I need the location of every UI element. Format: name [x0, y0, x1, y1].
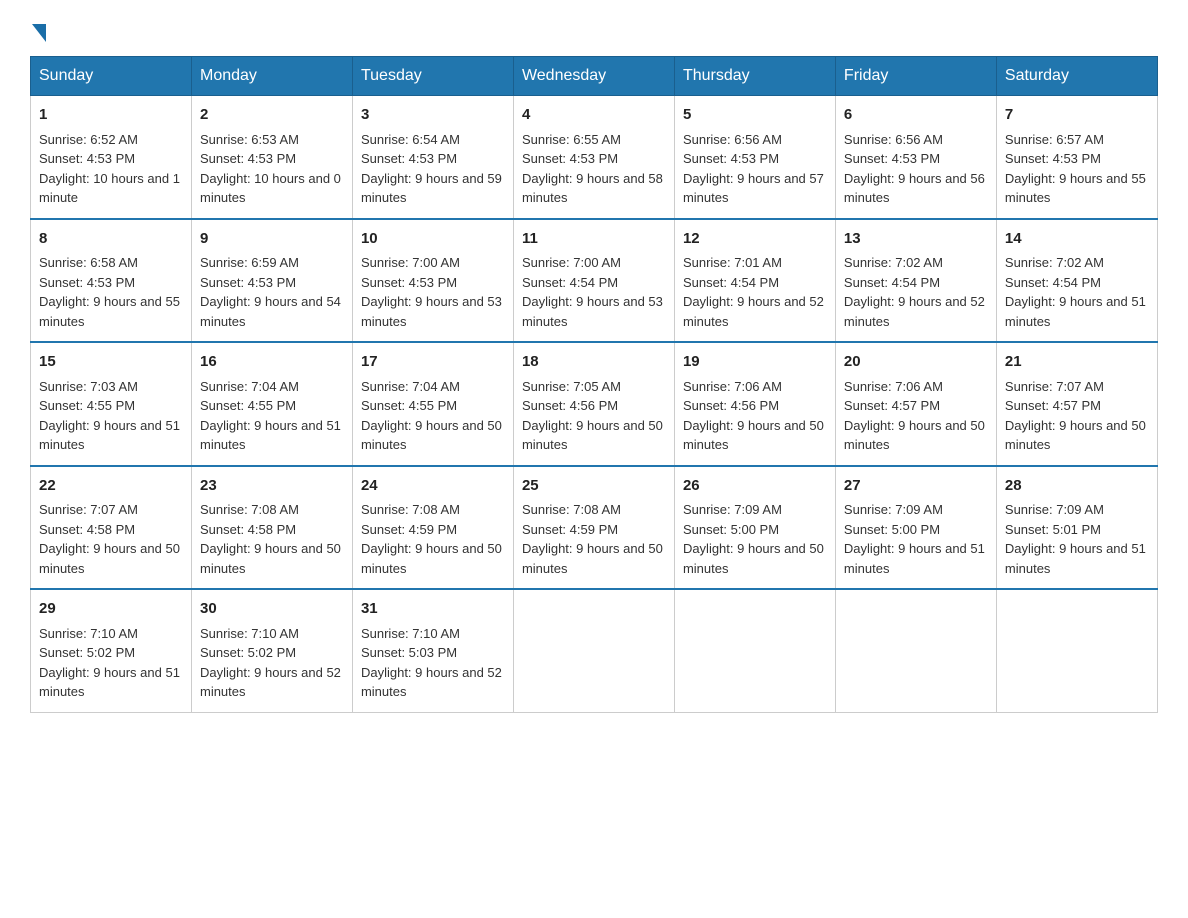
day-number: 18 [522, 351, 666, 374]
day-number: 7 [1005, 104, 1149, 127]
calendar-day-cell: 28Sunrise: 7:09 AMSunset: 5:01 PMDayligh… [996, 466, 1157, 590]
day-number: 12 [683, 228, 827, 251]
calendar-day-cell: 11Sunrise: 7:00 AMSunset: 4:54 PMDayligh… [513, 219, 674, 343]
calendar-day-cell: 15Sunrise: 7:03 AMSunset: 4:55 PMDayligh… [31, 342, 192, 466]
calendar-day-cell: 21Sunrise: 7:07 AMSunset: 4:57 PMDayligh… [996, 342, 1157, 466]
day-header-saturday: Saturday [996, 57, 1157, 96]
day-number: 10 [361, 228, 505, 251]
calendar-day-cell: 5Sunrise: 6:56 AMSunset: 4:53 PMDaylight… [674, 96, 835, 219]
logo-arrow-icon [32, 24, 46, 42]
calendar-day-cell: 1Sunrise: 6:52 AMSunset: 4:53 PMDaylight… [31, 96, 192, 219]
day-number: 13 [844, 228, 988, 251]
calendar-day-cell: 26Sunrise: 7:09 AMSunset: 5:00 PMDayligh… [674, 466, 835, 590]
calendar-day-cell: 2Sunrise: 6:53 AMSunset: 4:53 PMDaylight… [191, 96, 352, 219]
calendar-day-cell: 7Sunrise: 6:57 AMSunset: 4:53 PMDaylight… [996, 96, 1157, 219]
day-number: 31 [361, 598, 505, 621]
calendar-day-cell: 10Sunrise: 7:00 AMSunset: 4:53 PMDayligh… [352, 219, 513, 343]
day-number: 8 [39, 228, 183, 251]
day-number: 19 [683, 351, 827, 374]
day-number: 30 [200, 598, 344, 621]
day-number: 3 [361, 104, 505, 127]
day-number: 5 [683, 104, 827, 127]
day-number: 28 [1005, 475, 1149, 498]
day-header-thursday: Thursday [674, 57, 835, 96]
calendar-day-cell: 14Sunrise: 7:02 AMSunset: 4:54 PMDayligh… [996, 219, 1157, 343]
day-headers-row: SundayMondayTuesdayWednesdayThursdayFrid… [31, 57, 1158, 96]
calendar-day-cell: 3Sunrise: 6:54 AMSunset: 4:53 PMDaylight… [352, 96, 513, 219]
calendar-day-cell: 18Sunrise: 7:05 AMSunset: 4:56 PMDayligh… [513, 342, 674, 466]
calendar-day-cell: 4Sunrise: 6:55 AMSunset: 4:53 PMDaylight… [513, 96, 674, 219]
calendar-day-cell [674, 589, 835, 712]
day-number: 22 [39, 475, 183, 498]
day-number: 2 [200, 104, 344, 127]
calendar-week-row: 15Sunrise: 7:03 AMSunset: 4:55 PMDayligh… [31, 342, 1158, 466]
day-number: 9 [200, 228, 344, 251]
calendar-day-cell: 6Sunrise: 6:56 AMSunset: 4:53 PMDaylight… [835, 96, 996, 219]
day-number: 14 [1005, 228, 1149, 251]
calendar-day-cell: 23Sunrise: 7:08 AMSunset: 4:58 PMDayligh… [191, 466, 352, 590]
day-number: 21 [1005, 351, 1149, 374]
day-number: 17 [361, 351, 505, 374]
calendar-day-cell: 30Sunrise: 7:10 AMSunset: 5:02 PMDayligh… [191, 589, 352, 712]
calendar-day-cell: 31Sunrise: 7:10 AMSunset: 5:03 PMDayligh… [352, 589, 513, 712]
calendar-day-cell: 16Sunrise: 7:04 AMSunset: 4:55 PMDayligh… [191, 342, 352, 466]
calendar-day-cell: 12Sunrise: 7:01 AMSunset: 4:54 PMDayligh… [674, 219, 835, 343]
calendar-day-cell: 22Sunrise: 7:07 AMSunset: 4:58 PMDayligh… [31, 466, 192, 590]
calendar-day-cell: 9Sunrise: 6:59 AMSunset: 4:53 PMDaylight… [191, 219, 352, 343]
calendar-table: SundayMondayTuesdayWednesdayThursdayFrid… [30, 56, 1158, 713]
calendar-day-cell: 29Sunrise: 7:10 AMSunset: 5:02 PMDayligh… [31, 589, 192, 712]
day-header-sunday: Sunday [31, 57, 192, 96]
day-header-friday: Friday [835, 57, 996, 96]
day-number: 20 [844, 351, 988, 374]
day-number: 11 [522, 228, 666, 251]
logo [30, 20, 46, 38]
day-header-monday: Monday [191, 57, 352, 96]
calendar-day-cell: 19Sunrise: 7:06 AMSunset: 4:56 PMDayligh… [674, 342, 835, 466]
calendar-day-cell [996, 589, 1157, 712]
day-header-tuesday: Tuesday [352, 57, 513, 96]
day-number: 4 [522, 104, 666, 127]
calendar-day-cell: 8Sunrise: 6:58 AMSunset: 4:53 PMDaylight… [31, 219, 192, 343]
calendar-day-cell: 20Sunrise: 7:06 AMSunset: 4:57 PMDayligh… [835, 342, 996, 466]
calendar-day-cell [835, 589, 996, 712]
day-number: 27 [844, 475, 988, 498]
calendar-day-cell: 13Sunrise: 7:02 AMSunset: 4:54 PMDayligh… [835, 219, 996, 343]
calendar-day-cell: 17Sunrise: 7:04 AMSunset: 4:55 PMDayligh… [352, 342, 513, 466]
day-number: 25 [522, 475, 666, 498]
page-header [30, 20, 1158, 38]
day-number: 6 [844, 104, 988, 127]
day-number: 15 [39, 351, 183, 374]
calendar-day-cell: 24Sunrise: 7:08 AMSunset: 4:59 PMDayligh… [352, 466, 513, 590]
calendar-day-cell: 25Sunrise: 7:08 AMSunset: 4:59 PMDayligh… [513, 466, 674, 590]
calendar-day-cell [513, 589, 674, 712]
calendar-day-cell: 27Sunrise: 7:09 AMSunset: 5:00 PMDayligh… [835, 466, 996, 590]
day-number: 24 [361, 475, 505, 498]
calendar-week-row: 8Sunrise: 6:58 AMSunset: 4:53 PMDaylight… [31, 219, 1158, 343]
calendar-week-row: 22Sunrise: 7:07 AMSunset: 4:58 PMDayligh… [31, 466, 1158, 590]
calendar-week-row: 1Sunrise: 6:52 AMSunset: 4:53 PMDaylight… [31, 96, 1158, 219]
day-number: 1 [39, 104, 183, 127]
day-number: 26 [683, 475, 827, 498]
calendar-week-row: 29Sunrise: 7:10 AMSunset: 5:02 PMDayligh… [31, 589, 1158, 712]
day-number: 23 [200, 475, 344, 498]
day-number: 29 [39, 598, 183, 621]
day-header-wednesday: Wednesday [513, 57, 674, 96]
day-number: 16 [200, 351, 344, 374]
